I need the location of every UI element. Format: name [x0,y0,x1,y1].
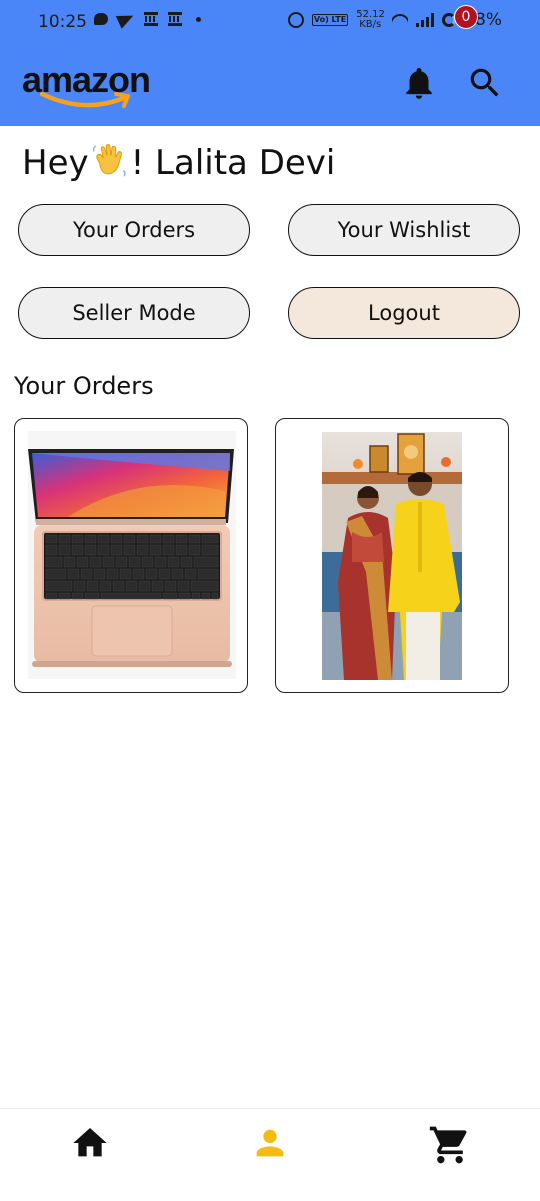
nav-cart-button[interactable] [428,1123,472,1167]
wifi-icon [392,14,408,26]
status-time: 10:25 [38,12,87,32]
logout-button[interactable]: Logout [288,287,520,339]
network-speed: 52.12 KB/s [356,10,385,30]
cart-count-badge: 0 [454,5,478,29]
amazon-logo[interactable]: amazon [22,60,152,112]
greeting-name: ! Lalita Devi [130,143,336,183]
greeting-prefix: Hey [22,143,89,183]
nav-home-button[interactable] [70,1123,110,1163]
bottom-navigation [0,1108,540,1201]
seller-mode-button[interactable]: Seller Mode [18,287,250,339]
alarm-icon [287,12,304,28]
search-icon [470,68,499,97]
order-card[interactable] [14,418,248,693]
account-icon [256,1129,284,1157]
greeting: Hey ! Lalita Devi [22,142,335,183]
couple-photo-image [322,432,462,680]
bank-icon [168,12,182,26]
bank-icon [144,12,158,26]
logo-smile-icon [40,91,130,108]
cart-icon [429,1126,467,1164]
volte-icon: Vo) LTE [311,14,349,26]
waving-hand-icon [92,144,126,177]
laptop-product-image [28,431,236,679]
signal-icon [416,13,435,27]
notifications-button[interactable] [400,64,438,102]
search-button[interactable] [466,64,504,102]
dot-icon [196,16,201,22]
order-card[interactable] [275,418,509,693]
your-orders-button[interactable]: Your Orders [18,204,250,256]
network-speed-unit: KB/s [359,19,382,30]
orders-section-title: Your Orders [14,372,154,400]
notification-icons [94,9,201,29]
telegram-icon [115,9,137,29]
chat-bubble-icon [94,13,108,25]
bell-icon [406,67,432,99]
your-wishlist-button[interactable]: Your Wishlist [288,204,520,256]
nav-account-button[interactable] [250,1123,290,1163]
home-icon [73,1128,107,1157]
